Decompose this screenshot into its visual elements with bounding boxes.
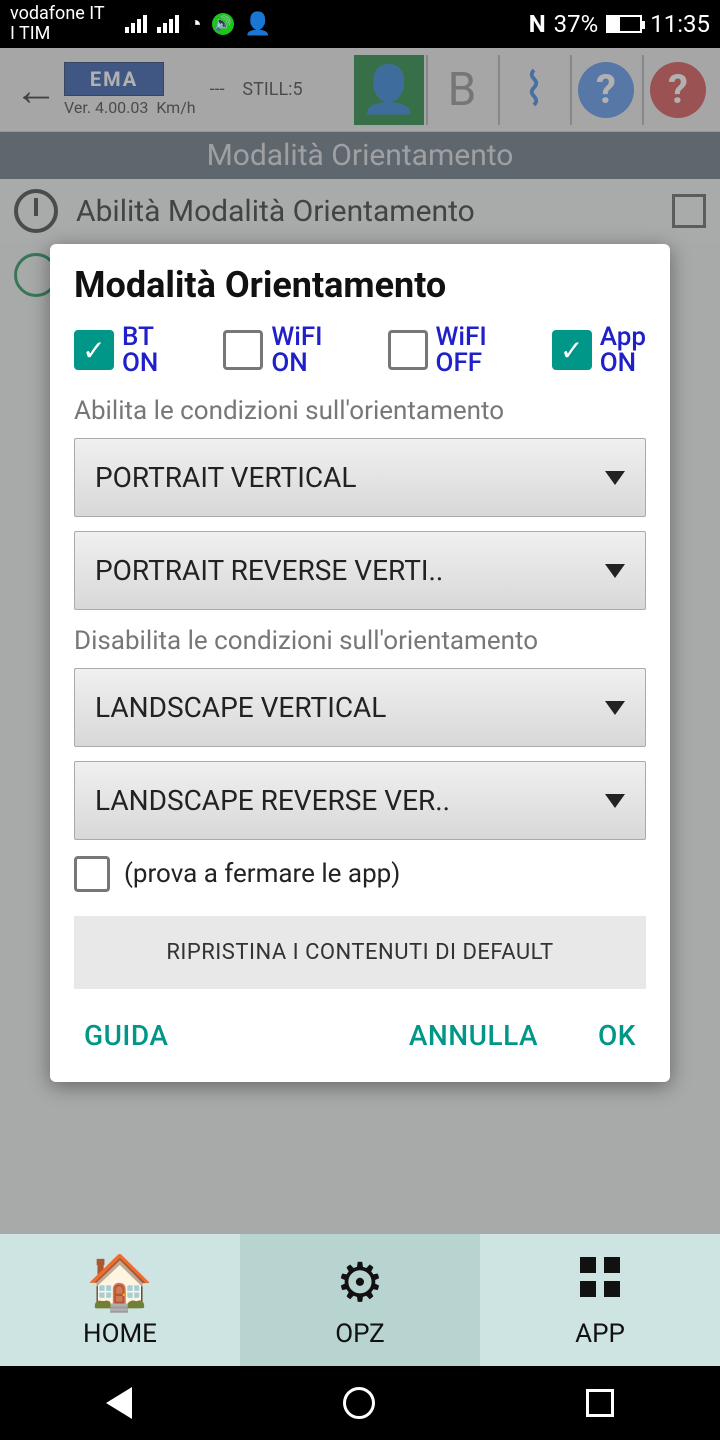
checkbox-icon xyxy=(388,330,428,370)
chevron-down-icon xyxy=(605,701,625,715)
disable-orientation-select-1[interactable]: LANDSCAPE VERTICAL xyxy=(74,668,646,747)
clock: 11:35 xyxy=(650,10,710,38)
ok-button[interactable]: OK xyxy=(598,1019,636,1052)
status-left-icons: ◔ 🔊 👤 xyxy=(125,11,272,37)
carrier-block: vodafone IT I TIM xyxy=(10,4,105,44)
wifi-small-icon: ◔ xyxy=(189,11,202,37)
restore-defaults-button[interactable]: RIPRISTINA I CONTENUTI DI DEFAULT xyxy=(74,916,646,989)
battery-icon xyxy=(606,15,642,33)
system-nav-bar xyxy=(0,1366,720,1440)
signal-icon xyxy=(125,15,147,33)
nav-home-icon[interactable] xyxy=(343,1387,375,1419)
home-icon: 🏠 xyxy=(86,1252,153,1315)
status-right: N 37% 11:35 xyxy=(529,10,710,38)
enable-orientation-select-2[interactable]: PORTRAIT REVERSE VERTI.. xyxy=(74,531,646,610)
carrier-2: I TIM xyxy=(10,24,105,44)
chevron-down-icon xyxy=(605,794,625,808)
tab-opz[interactable]: ⚙ OPZ xyxy=(240,1234,480,1366)
condition-toggle-row: ✓ BTON WiFION WiFIOFF ✓ AppON xyxy=(74,324,646,376)
enable-section-label: Abilita le condizioni sull'orientamento xyxy=(74,396,646,426)
app-on-toggle[interactable]: ✓ AppON xyxy=(552,324,646,376)
checkbox-icon xyxy=(223,330,263,370)
nfc-icon: N xyxy=(529,10,546,38)
disable-orientation-select-2[interactable]: LANDSCAPE REVERSE VER.. xyxy=(74,761,646,840)
gear-icon: ⚙ xyxy=(336,1251,384,1315)
carrier-1: vodafone IT xyxy=(10,4,105,24)
stop-apps-toggle[interactable]: (prova a fermare le app) xyxy=(74,856,646,892)
wifi-off-toggle[interactable]: WiFIOFF xyxy=(388,324,487,376)
wifi-on-toggle[interactable]: WiFION xyxy=(223,324,322,376)
checkbox-icon xyxy=(74,856,110,892)
bt-on-toggle[interactable]: ✓ BTON xyxy=(74,324,158,376)
chevron-down-icon xyxy=(605,471,625,485)
dialog-title: Modalità Orientamento xyxy=(74,264,646,306)
signal-icon-2 xyxy=(157,15,179,33)
cancel-button[interactable]: ANNULLA xyxy=(409,1019,538,1052)
dialog-actions: GUIDA ANNULLA OK xyxy=(74,989,646,1074)
checkbox-icon: ✓ xyxy=(74,330,114,370)
nav-recent-icon[interactable] xyxy=(586,1389,614,1417)
person-mini-icon: 👤 xyxy=(244,12,271,37)
enable-orientation-select-1[interactable]: PORTRAIT VERTICAL xyxy=(74,438,646,517)
grid-icon xyxy=(576,1252,624,1315)
status-bar: vodafone IT I TIM ◔ 🔊 👤 N 37% 11:35 xyxy=(0,0,720,48)
tab-app[interactable]: APP xyxy=(480,1234,720,1366)
sound-icon: 🔊 xyxy=(212,13,234,35)
guide-button[interactable]: GUIDA xyxy=(84,1019,168,1052)
bottom-tabs: 🏠 HOME ⚙ OPZ APP xyxy=(0,1234,720,1366)
tab-home[interactable]: 🏠 HOME xyxy=(0,1234,240,1366)
disable-section-label: Disabilita le condizioni sull'orientamen… xyxy=(74,626,646,656)
nav-back-icon[interactable] xyxy=(106,1387,132,1419)
battery-text: 37% xyxy=(554,10,599,38)
stop-apps-label: (prova a fermare le app) xyxy=(124,859,400,889)
chevron-down-icon xyxy=(605,564,625,578)
checkbox-icon: ✓ xyxy=(552,330,592,370)
orientation-dialog: Modalità Orientamento ✓ BTON WiFION WiFI… xyxy=(50,244,670,1082)
